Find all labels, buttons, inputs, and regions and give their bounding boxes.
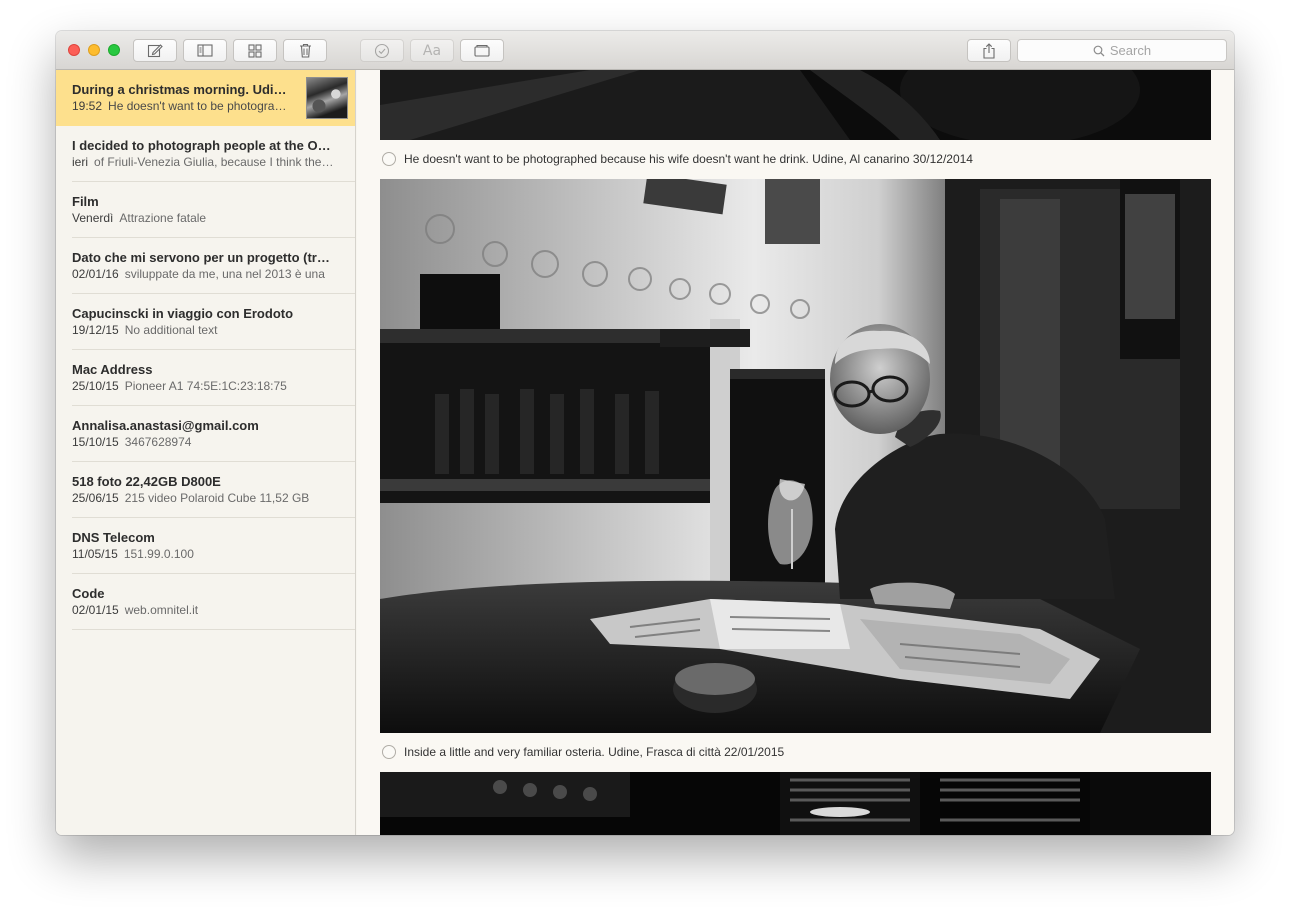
note-preview: 215 video Polaroid Cube 11,52 GB <box>124 491 310 505</box>
note-item[interactable]: Code 02/01/15 web.omnitel.it <box>72 574 355 630</box>
note-item[interactable]: Dato che mi servono per un progetto (tre… <box>72 238 355 294</box>
toolbar: Aa Search <box>56 31 1234 70</box>
note-preview: web.omnitel.it <box>124 603 199 617</box>
search-icon <box>1093 45 1105 56</box>
delete-button[interactable] <box>283 39 327 62</box>
note-preview: No additional text <box>124 323 218 337</box>
sidebar-toggle-icon <box>197 44 213 57</box>
note-title: Mac Address <box>72 362 153 377</box>
checklist-button[interactable] <box>360 39 404 62</box>
note-photo[interactable] <box>380 772 1211 835</box>
note-item[interactable]: During a christmas morning. Udine, Al ca… <box>56 70 355 126</box>
note-date: 19/12/15 <box>72 323 119 337</box>
note-subtitle: 15/10/15 3467628974 <box>72 434 337 450</box>
note-date: 11/05/15 <box>72 547 118 561</box>
note-item[interactable]: DNS Telecom 11/05/15 151.99.0.100 <box>72 518 355 574</box>
note-photo[interactable] <box>380 179 1211 733</box>
format-label: Aa <box>422 42 442 59</box>
grid-icon <box>248 43 262 58</box>
note-item[interactable]: Capucinscki in viaggio con Erodoto 19/12… <box>72 294 355 350</box>
share-icon <box>983 42 995 59</box>
note-title: Capucinscki in viaggio con Erodoto <box>72 306 294 321</box>
note-item[interactable]: 518 foto 22,42GB D800E 25/06/15 215 video… <box>72 462 355 518</box>
notes-list: During a christmas morning. Udine, Al ca… <box>56 70 356 835</box>
note-preview: 3467628974 <box>124 435 192 449</box>
note-item[interactable]: Mac Address 25/10/15 Pioneer A1 74:5E:1C:… <box>72 350 355 406</box>
note-preview: sviluppate da me, una nel 2013 è una <box>124 267 325 281</box>
note-subtitle: 19:52 He doesn't want to be photographed … <box>72 98 337 114</box>
minimize-button[interactable] <box>88 44 100 56</box>
note-subtitle: Venerdì Attrazione fatale <box>72 210 337 226</box>
note-date: 25/06/15 <box>72 491 119 505</box>
trash-icon <box>299 43 311 58</box>
gallery-view-button[interactable] <box>233 39 277 62</box>
note-title: DNS Telecom <box>72 530 155 545</box>
note-thumbnail <box>306 77 348 119</box>
checklist-checkbox[interactable] <box>382 152 396 166</box>
format-button[interactable]: Aa <box>410 39 454 62</box>
note-item[interactable]: Annalisa.anastasi@gmail.com 15/10/15 3467… <box>72 406 355 462</box>
note-editor[interactable]: He doesn't want to be photographed becau… <box>357 70 1234 835</box>
note-subtitle: 25/06/15 215 video Polaroid Cube 11,52 GB <box>72 490 337 506</box>
note-date: 15/10/15 <box>72 435 119 449</box>
note-subtitle: 19/12/15 No additional text <box>72 322 337 338</box>
note-preview: He doesn't want to be photographed becau… <box>108 99 337 113</box>
note-title: Dato che mi servono per un progetto (tre… <box>72 250 337 265</box>
note-date: 02/01/16 <box>72 267 119 281</box>
compose-button[interactable] <box>133 39 177 62</box>
note-title: I decided to photograph people at the Os… <box>72 138 337 153</box>
share-button[interactable] <box>967 39 1011 62</box>
note-preview: Attrazione fatale <box>119 211 207 225</box>
zoom-button[interactable] <box>108 44 120 56</box>
note-title: Code <box>72 586 105 601</box>
note-photo[interactable] <box>380 70 1211 140</box>
attachment-icon <box>474 44 490 57</box>
note-title: 518 foto 22,42GB D800E <box>72 474 221 489</box>
checklist-item: Inside a little and very familiar osteri… <box>382 744 784 760</box>
note-date: 25/10/15 <box>72 379 119 393</box>
note-subtitle: 11/05/15 151.99.0.100 <box>72 546 337 562</box>
search-placeholder: Search <box>1109 43 1152 58</box>
close-button[interactable] <box>68 44 80 56</box>
photo-caption[interactable]: He doesn't want to be photographed becau… <box>404 152 973 166</box>
note-date: ieri <box>72 155 89 169</box>
note-subtitle: 02/01/16 sviluppate da me, una nel 2013 è… <box>72 266 337 282</box>
attachment-browser-button[interactable] <box>460 39 504 62</box>
note-date: Venerdì <box>72 211 114 225</box>
sidebar-toggle-button[interactable] <box>183 39 227 62</box>
note-item[interactable]: Film Venerdì Attrazione fatale <box>72 182 355 238</box>
note-title: During a christmas morning. Udine, Al ca… <box>72 82 337 97</box>
search-field[interactable]: Search <box>1017 39 1227 62</box>
note-subtitle: ieri of Friuli-Venezia Giulia, because I … <box>72 154 337 170</box>
note-subtitle: 25/10/15 Pioneer A1 74:5E:1C:23:18:75 <box>72 378 337 394</box>
compose-icon <box>147 44 163 58</box>
note-title: Annalisa.anastasi@gmail.com <box>72 418 259 433</box>
checklist-item: He doesn't want to be photographed becau… <box>382 151 973 167</box>
notes-window: Aa Search During a christmas morning. Ud… <box>56 31 1234 835</box>
note-date: 19:52 <box>72 99 103 113</box>
photo-caption[interactable]: Inside a little and very familiar osteri… <box>404 745 784 759</box>
note-subtitle: 02/01/15 web.omnitel.it <box>72 602 337 618</box>
note-preview: 151.99.0.100 <box>123 547 194 561</box>
checklist-checkbox[interactable] <box>382 745 396 759</box>
note-preview: Pioneer A1 74:5E:1C:23:18:75 <box>124 379 287 393</box>
note-item[interactable]: I decided to photograph people at the Os… <box>72 126 355 182</box>
note-date: 02/01/15 <box>72 603 119 617</box>
note-title: Film <box>72 194 99 209</box>
note-preview: of Friuli-Venezia Giulia, because I thin… <box>94 155 337 169</box>
checklist-icon <box>374 43 390 58</box>
